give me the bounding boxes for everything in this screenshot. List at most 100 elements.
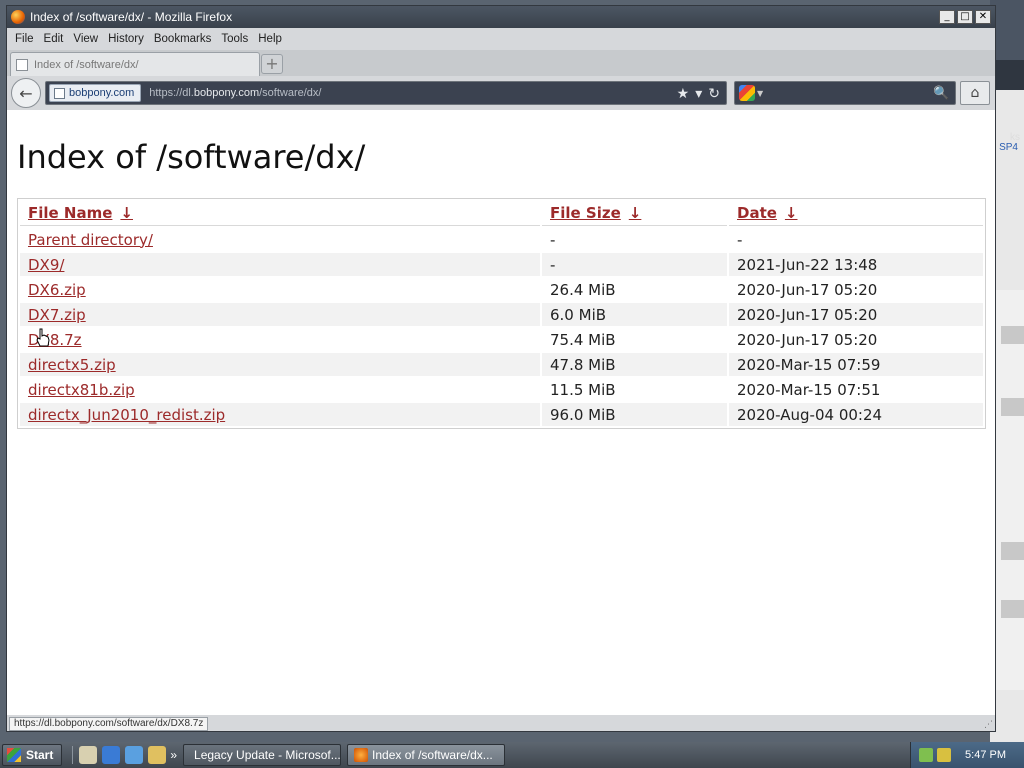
url-dropdown-icon[interactable]: ▾: [695, 85, 702, 102]
menu-view[interactable]: View: [69, 33, 104, 45]
magnifier-icon[interactable]: 🔍: [933, 86, 951, 101]
volume-icon[interactable]: [937, 748, 951, 762]
file-date: 2020-Aug-04 00:24: [729, 403, 983, 426]
back-arrow-icon: ←: [19, 83, 33, 103]
sort-by-size-link[interactable]: File Size ↓: [550, 204, 641, 222]
media-icon[interactable]: [148, 746, 167, 764]
start-label: Start: [26, 748, 54, 762]
title-bar[interactable]: Index of /software/dx/ - Mozilla Firefox…: [7, 6, 995, 28]
firefox-window: Index of /software/dx/ - Mozilla Firefox…: [6, 5, 996, 732]
file-date: -: [737, 230, 743, 249]
start-button[interactable]: Start: [2, 744, 63, 766]
sort-arrow-icon: ↓: [784, 204, 798, 222]
file-link[interactable]: DX9/: [28, 256, 64, 274]
show-desktop-icon[interactable]: [79, 746, 98, 764]
internet-explorer-icon[interactable]: [102, 746, 121, 764]
background-panel: [994, 290, 1024, 690]
site-identity-label: bobpony.com: [69, 87, 135, 99]
resize-grip-icon[interactable]: ⋰: [984, 720, 993, 730]
file-date: 2020-Jun-17 05:20: [729, 303, 983, 326]
page-title: Index of /software/dx/: [17, 138, 366, 176]
column-header-size: File Size ↓: [542, 201, 727, 226]
tab-current[interactable]: Index of /software/dx/: [10, 52, 260, 76]
globe-icon: [54, 87, 65, 99]
windows-logo-icon: [7, 748, 21, 762]
table-row: DX6.zip 26.4 MiB 2020-Jun-17 05:20: [20, 278, 983, 301]
sort-by-name-link[interactable]: File Name ↓: [28, 204, 133, 222]
menu-edit[interactable]: Edit: [40, 33, 70, 45]
reload-icon[interactable]: ↻: [708, 85, 720, 102]
firefox-logo-icon: [11, 10, 25, 24]
file-link[interactable]: directx5.zip: [28, 356, 116, 374]
tab-label: Index of /software/dx/: [34, 58, 139, 71]
taskbar-item-label: Index of /software/dx...: [372, 748, 493, 762]
taskbar-item-label: Legacy Update - Microsof...: [194, 748, 341, 762]
taskbar: Start » Legacy Update - Microsof... Inde…: [0, 742, 1024, 768]
background-stripe: [1001, 600, 1024, 618]
file-size: 96.0 MiB: [542, 403, 727, 426]
table-row: DX9/ - 2021-Jun-22 13:48: [20, 253, 983, 276]
navigation-bar: ← bobpony.com https://dl.bobpony.com/sof…: [7, 76, 995, 110]
url-prefix: https://dl.: [149, 87, 194, 99]
hand-cursor-icon: [36, 328, 50, 347]
url-path: /software/dx/: [259, 87, 322, 99]
file-link[interactable]: Parent directory/: [28, 231, 153, 249]
tab-bar: Index of /software/dx/ +: [7, 50, 995, 76]
minimize-button[interactable]: _: [939, 10, 955, 24]
file-date: 2020-Jun-17 05:20: [737, 280, 878, 299]
close-button[interactable]: ✕: [975, 10, 991, 24]
menu-bookmarks[interactable]: Bookmarks: [150, 33, 218, 45]
sort-arrow-icon: ↓: [628, 204, 642, 222]
file-link[interactable]: DX7.zip: [28, 306, 86, 324]
file-size: 47.8 MiB: [542, 353, 727, 376]
google-search-engine-icon[interactable]: [739, 85, 755, 101]
column-header-date: Date ↓: [729, 201, 983, 226]
file-date: 2021-Jun-22 13:48: [729, 253, 983, 276]
back-button[interactable]: ←: [11, 78, 41, 108]
page-icon: [16, 58, 28, 71]
menu-bar: File Edit View History Bookmarks Tools H…: [7, 28, 995, 50]
status-link-tooltip: https://dl.bobpony.com/software/dx/DX8.7…: [9, 717, 209, 731]
file-size: 75.4 MiB: [550, 330, 616, 349]
new-tab-button[interactable]: +: [261, 54, 283, 74]
file-date: 2020-Mar-15 07:51: [737, 380, 881, 399]
page-content: Index of /software/dx/ File Name ↓ File S…: [7, 110, 995, 715]
table-row: DX8.7z 75.4 MiB 2020-Jun-17 05:20: [20, 328, 983, 351]
url-bar[interactable]: bobpony.com https://dl.bobpony.com/softw…: [45, 81, 727, 105]
search-bar: ▼ 🔍: [734, 81, 956, 105]
background-stripe: [1001, 326, 1024, 344]
outlook-express-icon[interactable]: [125, 746, 144, 764]
maximize-button[interactable]: □: [957, 10, 973, 24]
background-link-sp4: SP4: [999, 142, 1018, 153]
url-text[interactable]: https://dl.bobpony.com/software/dx/: [149, 87, 676, 99]
file-link[interactable]: directx_Jun2010_redist.zip: [28, 406, 225, 424]
url-host: bobpony.com: [193, 87, 260, 99]
background-stripe: [1001, 398, 1024, 416]
table-row: directx5.zip 47.8 MiB 2020-Mar-15 07:59: [20, 353, 983, 376]
site-identity-button[interactable]: bobpony.com: [49, 84, 142, 102]
file-size: -: [542, 253, 727, 276]
status-bar: https://dl.bobpony.com/software/dx/DX8.7…: [7, 715, 995, 731]
bookmark-star-icon[interactable]: ★: [677, 85, 690, 102]
taskbar-item-legacy-update[interactable]: Legacy Update - Microsof...: [183, 744, 342, 766]
table-row: directx81b.zip 11.5 MiB 2020-Mar-15 07:5…: [20, 378, 983, 401]
menu-tools[interactable]: Tools: [217, 33, 254, 45]
url-bar-icons: ★ ▾ ↻: [677, 85, 720, 102]
taskbar-item-firefox[interactable]: Index of /software/dx...: [347, 744, 506, 766]
home-button[interactable]: ⌂: [960, 81, 990, 105]
quick-launch-chevron-icon[interactable]: »: [170, 748, 177, 762]
menu-help[interactable]: Help: [254, 33, 288, 45]
window-title: Index of /software/dx/ - Mozilla Firefox: [30, 10, 233, 24]
file-size: 26.4 MiB: [550, 280, 616, 299]
menu-file[interactable]: File: [11, 33, 40, 45]
table-row: DX7.zip 6.0 MiB 2020-Jun-17 05:20: [20, 303, 983, 326]
file-link[interactable]: directx81b.zip: [28, 381, 135, 399]
clock[interactable]: 5:47 PM: [965, 749, 1006, 761]
sort-by-date-link[interactable]: Date ↓: [737, 204, 798, 222]
file-date: 2020-Jun-17 05:20: [737, 330, 878, 349]
network-icon[interactable]: [919, 748, 933, 762]
search-engine-caret-icon[interactable]: ▼: [757, 89, 763, 98]
table-row: directx_Jun2010_redist.zip 96.0 MiB 2020…: [20, 403, 983, 426]
menu-history[interactable]: History: [104, 33, 150, 45]
file-link[interactable]: DX6.zip: [28, 281, 86, 299]
